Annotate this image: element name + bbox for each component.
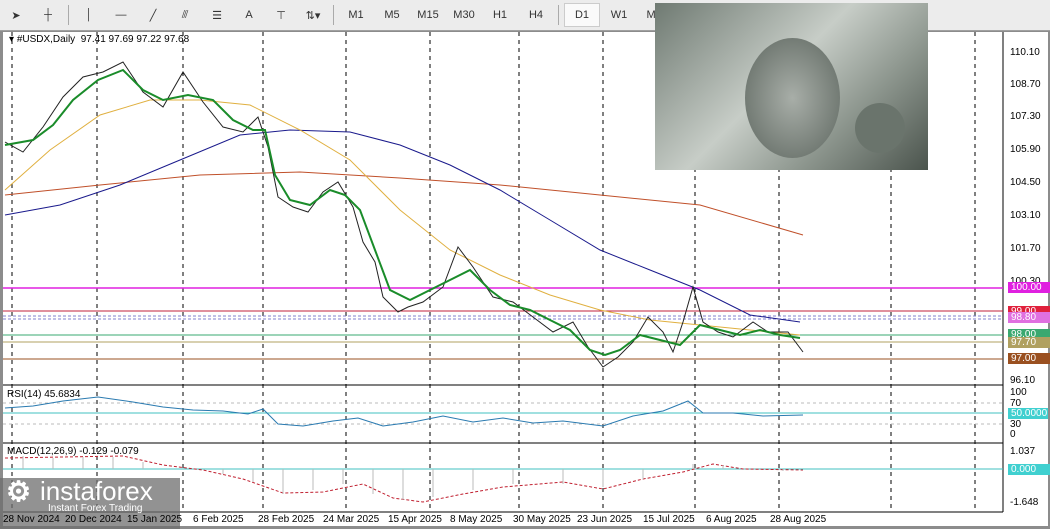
logo-tagline: Instant Forex Trading: [48, 503, 143, 514]
date-tick: 15 Jan 2025: [127, 514, 183, 525]
text-label-icon[interactable]: ⊤: [266, 4, 296, 26]
cursor-icon[interactable]: ➤: [1, 4, 31, 26]
level-badge: 100.00: [1008, 282, 1050, 293]
fibo-retracement-icon[interactable]: ☰: [202, 4, 232, 26]
ma200-line: [4, 171, 804, 236]
level-badge: 98.80: [1008, 312, 1050, 323]
price-tick: 103.10: [1010, 210, 1041, 221]
gear-icon: ⚙: [6, 476, 32, 507]
chart-title: ▾ #USDX,Daily 97.41 97.69 97.22 97.68: [9, 34, 190, 45]
macd-tick: 1.037: [1010, 446, 1036, 457]
date-tick: 30 May 2025: [513, 514, 571, 525]
horizontal-line-icon[interactable]: —: [106, 4, 136, 26]
symbol-label: #USDX,Daily: [16, 34, 76, 45]
price-tick: 110.10: [1010, 47, 1040, 58]
fibo-channel-icon[interactable]: ⫻: [170, 4, 200, 26]
level-badge: 97.70: [1008, 337, 1050, 348]
price-tick: 104.50: [1010, 177, 1041, 188]
timeframe-d1[interactable]: D1: [564, 3, 600, 27]
price-tick: 96.10: [1010, 375, 1036, 386]
price-tick: 107.30: [1010, 111, 1041, 122]
timeframe-m5[interactable]: M5: [375, 4, 409, 26]
rsi-tick: 100: [1010, 387, 1027, 398]
date-tick: 28 Nov 2024: [3, 514, 60, 525]
date-tick: 23 Jun 2025: [577, 514, 633, 525]
separator: [333, 5, 334, 25]
rsi-level-badge: 50.0000: [1008, 408, 1048, 419]
trendline-icon[interactable]: ╱: [138, 4, 168, 26]
date-tick: 6 Aug 2025: [706, 514, 757, 525]
text-icon[interactable]: A: [234, 4, 264, 26]
crosshair-icon[interactable]: ┼: [33, 4, 63, 26]
timeframe-m30[interactable]: M30: [447, 4, 481, 26]
level-badge: 97.00: [1008, 353, 1050, 364]
date-tick: 15 Apr 2025: [388, 514, 442, 525]
price-tick: 105.90: [1010, 144, 1041, 155]
date-tick: 28 Feb 2025: [258, 514, 315, 525]
price-tick: 108.70: [1010, 79, 1041, 90]
macd-label: MACD(12,26,9) -0.129 -0.079: [7, 446, 139, 457]
dollar-bill-image: [655, 3, 928, 170]
timeframe-w1[interactable]: W1: [602, 4, 636, 26]
date-tick: 15 Jul 2025: [643, 514, 695, 525]
logo-name: instaforex: [40, 476, 153, 506]
macd-tick: -1.648: [1010, 497, 1039, 508]
rsi-label: RSI(14) 45.6834: [7, 389, 81, 400]
rsi-tick: 0: [1010, 429, 1016, 440]
date-tick: 6 Feb 2025: [193, 514, 244, 525]
date-tick: 8 May 2025: [450, 514, 503, 525]
arrows-icon[interactable]: ⇅▾: [298, 4, 328, 26]
price-tick: 101.70: [1010, 243, 1041, 254]
vertical-line-icon[interactable]: │: [74, 4, 104, 26]
macd-level-badge: 0.000: [1008, 464, 1050, 475]
date-tick: 20 Dec 2024: [65, 514, 122, 525]
rsi-line: [4, 396, 804, 427]
separator: [68, 5, 69, 25]
date-tick: 24 Mar 2025: [323, 514, 380, 525]
date-tick: 28 Aug 2025: [770, 514, 827, 525]
timeframe-m1[interactable]: M1: [339, 4, 373, 26]
ohlc-values: 97.41 97.69 97.22 97.68: [80, 34, 190, 45]
separator: [558, 5, 559, 25]
timeframe-m15[interactable]: M15: [411, 4, 445, 26]
seal-icon: [855, 103, 905, 153]
portrait-icon: [745, 38, 840, 158]
timeframe-h4[interactable]: H4: [519, 4, 553, 26]
timeframe-h1[interactable]: H1: [483, 4, 517, 26]
